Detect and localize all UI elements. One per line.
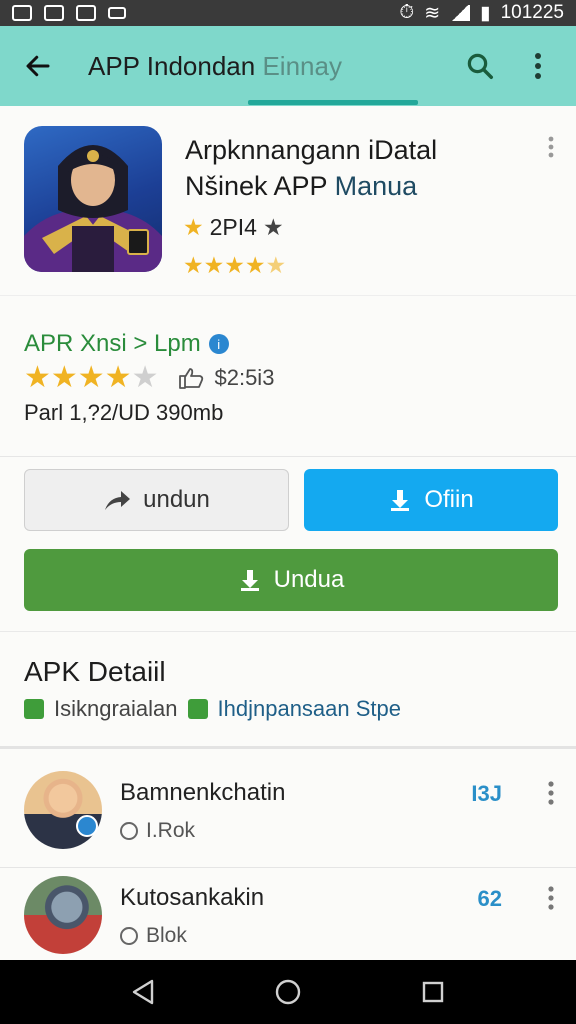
download-button-label: Undua — [273, 566, 345, 593]
app-name-line2-b: Manua — [334, 171, 418, 201]
avatar — [24, 771, 102, 849]
open-button[interactable]: Ofiin — [304, 469, 558, 531]
developer-link[interactable]: APR Xnsi > Lpm i — [24, 330, 229, 358]
list-item-value: 62 — [477, 886, 502, 911]
more-vertical-icon — [535, 53, 541, 79]
open-button-label: Ofiin — [424, 486, 474, 513]
verified-badge-icon — [76, 815, 98, 837]
download-icon — [391, 490, 410, 511]
app-rating: ★ 2PI4 ★ — [183, 214, 284, 241]
list-item-name: Bamnenkchatin — [120, 779, 286, 806]
sim-icon — [44, 5, 64, 21]
avatar — [24, 876, 102, 954]
search-button[interactable] — [460, 46, 500, 86]
header-more-button[interactable] — [548, 136, 554, 163]
more-vertical-icon — [548, 886, 554, 910]
nav-home-button[interactable] — [266, 970, 310, 1014]
wifi-icon: ≋ — [424, 2, 441, 24]
app-name: Arpknnangann iDatal Nšinek APP Manua — [185, 132, 515, 204]
size-info: Parl 1,?2/UD 390mb — [24, 400, 224, 425]
back-button[interactable] — [18, 46, 58, 86]
detail-tags: Isikngraialan Ihdjnpansaan Stpe — [24, 696, 401, 722]
app-stars: ★★★★★ — [183, 252, 286, 279]
developer-rating: ★★★★ ★ $2:5i3 — [24, 360, 274, 395]
square-recents-icon — [423, 981, 444, 1003]
detail-tag-2[interactable]: Ihdjnpansaan Stpe — [218, 696, 402, 722]
developer-section: APR Xnsi > Lpm i ★★★★ ★ $2:5i3 Parl 1,?2/… — [0, 296, 576, 456]
status-right: ⏱ ≋ ▮ 101225 — [399, 2, 564, 25]
circle-icon — [120, 927, 138, 945]
share-button[interactable]: undun — [24, 469, 289, 531]
app-rating-text: 2PI4 — [209, 214, 257, 240]
app-toolbar: APP Indondan Einnay — [0, 26, 576, 106]
download-icon — [240, 570, 259, 591]
share-arrow-icon — [105, 491, 131, 510]
review-count-text: $2:5i3 — [214, 364, 275, 390]
more-vertical-icon — [548, 781, 554, 805]
circle-icon — [120, 822, 138, 840]
developer-name: APR Xnsi > Lpm — [24, 330, 201, 357]
star-empty-icon: ★ — [131, 361, 159, 394]
user-list: Bamnenkchatin I.Rok I3J Kutosankakin Blo… — [0, 746, 576, 960]
clock: 101225 — [500, 2, 564, 23]
star-half-icon: ★ — [265, 252, 287, 278]
list-item[interactable]: Bamnenkchatin I.Rok I3J — [0, 763, 576, 867]
app-icon[interactable] — [24, 126, 162, 272]
share-button-label: undun — [143, 486, 210, 513]
action-buttons: undun Ofiin Undua — [0, 456, 576, 631]
thumbs-up-icon — [179, 367, 204, 389]
list-item-more-button[interactable] — [548, 781, 554, 810]
apk-detail-heading: APK Detaiil — [24, 656, 166, 687]
page-title: APP Indondan Einnay — [88, 51, 342, 82]
list-item-more-button[interactable] — [548, 886, 554, 915]
verified-icon: i — [208, 334, 229, 354]
photo-icon — [76, 5, 96, 21]
tag-icon — [187, 699, 208, 719]
status-left — [12, 5, 126, 21]
detail-tag-1[interactable]: Isikngraialan — [54, 696, 178, 722]
nav-back-button[interactable] — [121, 970, 165, 1014]
download-button[interactable]: Undua — [24, 549, 558, 611]
list-item-value: I3J — [471, 781, 502, 806]
more-vertical-icon — [548, 136, 554, 158]
review-count: $2:5i3 — [178, 365, 274, 391]
system-nav-bar — [0, 960, 576, 1024]
notification-icon — [12, 5, 32, 21]
app-name-line2-a: Nšinek APP — [185, 171, 335, 201]
search-icon — [467, 53, 493, 79]
app-name-line1: Arpknnangann iDatal — [185, 135, 438, 165]
message-icon — [108, 7, 126, 19]
title-main: APP Indondan — [88, 50, 263, 81]
title-muted: Einnay — [262, 50, 342, 81]
triangle-back-icon — [132, 979, 153, 1005]
overflow-menu-button[interactable] — [518, 46, 558, 86]
app-name-line2: Nšinek APP Manua — [185, 168, 515, 204]
star-icon: ★ — [183, 214, 204, 240]
circle-home-icon — [275, 979, 301, 1005]
star-icon: ★★★★ — [24, 361, 132, 394]
list-item-name: Kutosankakin — [120, 884, 265, 911]
battery-icon: ▮ — [480, 2, 491, 24]
signal-icon — [450, 5, 471, 21]
list-item[interactable]: Kutosankakin Blok 62 — [0, 867, 576, 971]
tab-indicator — [248, 100, 418, 105]
arrow-left-icon — [26, 55, 50, 77]
star-outline-icon: ★ — [262, 214, 284, 240]
list-item-sub: I.Rok — [120, 819, 195, 843]
star-icon: ★★★★ — [183, 252, 266, 278]
list-item-sub-text: I.Rok — [146, 819, 196, 842]
toolbar-actions — [460, 46, 558, 86]
nav-recents-button[interactable] — [411, 970, 455, 1014]
list-item-sub: Blok — [120, 924, 187, 948]
apk-detail-section: APK Detaiil Isikngraialan Ihdjnpansaan S… — [0, 631, 576, 746]
alarm-icon: ⏱ — [399, 2, 415, 23]
app-icon-image — [24, 145, 162, 272]
status-bar: ⏱ ≋ ▮ 101225 — [0, 0, 576, 26]
list-item-sub-text: Blok — [146, 924, 187, 947]
app-header-card: Arpknnangann iDatal Nšinek APP Manua ★ 2… — [0, 106, 576, 296]
tag-icon — [24, 699, 44, 719]
